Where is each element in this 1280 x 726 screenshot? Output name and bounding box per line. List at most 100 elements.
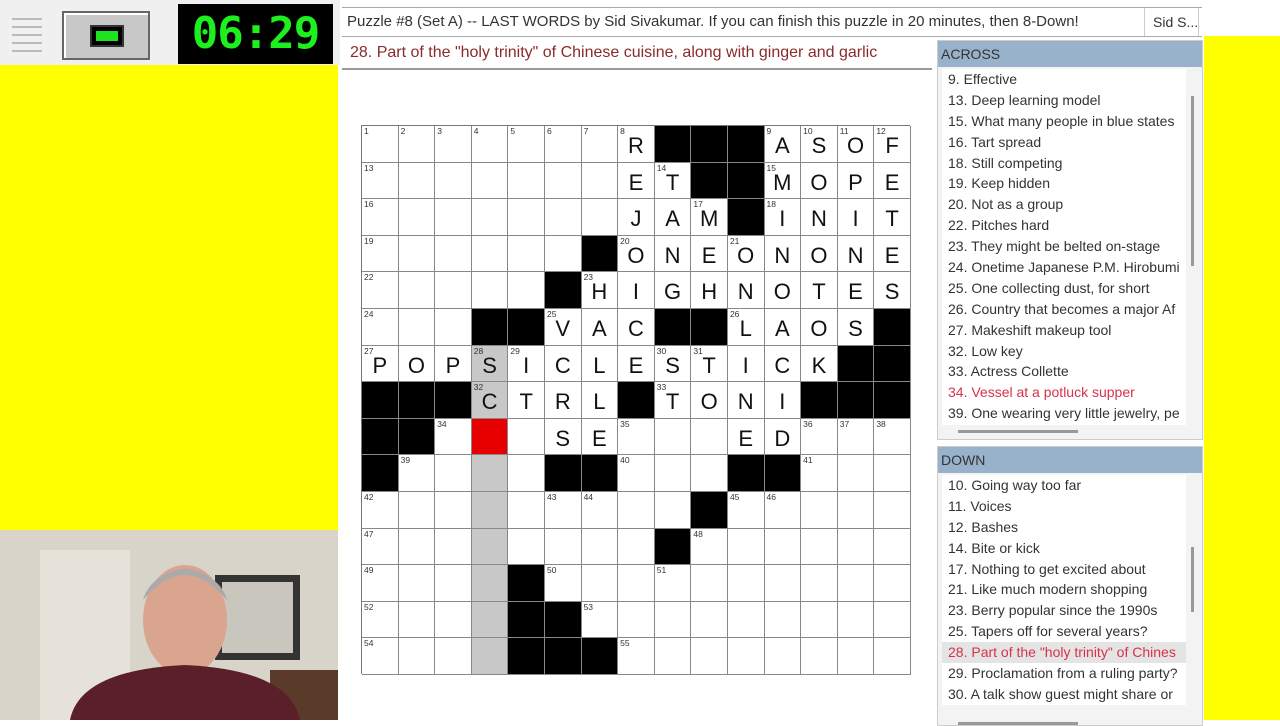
grid-cell[interactable]: T — [508, 382, 545, 419]
grid-cell[interactable] — [435, 308, 472, 346]
grid-cell[interactable] — [581, 528, 619, 566]
grid-cell[interactable] — [654, 418, 692, 456]
grid-cell[interactable]: A — [654, 199, 692, 236]
grid-cell[interactable]: S — [544, 418, 582, 456]
grid-cell[interactable] — [654, 601, 692, 639]
grid-cell[interactable] — [508, 528, 545, 566]
author-tab[interactable]: Sid S... — [1144, 8, 1199, 36]
grid-cell[interactable]: O — [801, 308, 838, 346]
across-vertical-scrollbar[interactable] — [1191, 96, 1194, 266]
grid-cell[interactable]: 16 — [362, 199, 399, 236]
across-clue[interactable]: 16. Tart spread — [942, 132, 1186, 153]
grid-cell[interactable]: N — [654, 235, 692, 273]
grid-cell[interactable]: 55 — [618, 638, 655, 675]
grid-cell[interactable]: 4 — [471, 126, 509, 163]
grid-cell[interactable]: 47 — [362, 528, 399, 566]
grid-cell[interactable] — [801, 491, 838, 529]
down-horizontal-scrollbar[interactable] — [958, 722, 1078, 725]
grid-cell[interactable] — [874, 528, 911, 566]
across-horizontal-scrollbar[interactable] — [958, 430, 1078, 433]
grid-cell[interactable] — [508, 235, 545, 273]
grid-cell[interactable] — [435, 638, 472, 675]
grid-cell[interactable]: 24 — [362, 308, 399, 346]
grid-cell[interactable] — [801, 638, 838, 675]
grid-cell[interactable] — [581, 199, 619, 236]
grid-cell[interactable]: 28 S — [471, 345, 509, 383]
grid-cell[interactable]: 35 — [618, 418, 655, 456]
grid-cell[interactable]: 42 — [362, 491, 399, 529]
grid-cell[interactable]: 18 I — [764, 199, 802, 236]
across-clue[interactable]: 25. One collecting dust, for short — [942, 278, 1186, 299]
grid-cell[interactable]: E — [691, 235, 728, 273]
grid-cell[interactable] — [618, 565, 655, 602]
grid-cell[interactable] — [508, 199, 545, 236]
across-clue[interactable]: 15. What many people in blue states — [942, 111, 1186, 132]
down-clue[interactable]: 17. Nothing to get excited about — [942, 559, 1186, 580]
grid-cell[interactable] — [508, 455, 545, 492]
across-clue[interactable]: 23. They might be belted on-stage — [942, 236, 1186, 257]
grid-cell[interactable]: E — [874, 235, 911, 273]
grid-cell[interactable]: 52 — [362, 601, 399, 639]
across-clue[interactable]: 34. Vessel at a potluck supper — [942, 382, 1186, 403]
grid-cell[interactable] — [471, 199, 509, 236]
grid-cell[interactable]: 49 — [362, 565, 399, 602]
grid-cell[interactable]: S — [874, 272, 911, 309]
grid-cell[interactable]: L — [581, 382, 619, 419]
grid-cell[interactable]: C — [544, 345, 582, 383]
grid-cell[interactable]: I — [727, 345, 765, 383]
grid-cell[interactable]: 10 S — [801, 126, 838, 163]
grid-cell[interactable]: 33 T — [654, 382, 692, 419]
grid-cell[interactable] — [398, 491, 436, 529]
grid-cell[interactable] — [398, 601, 436, 639]
grid-cell[interactable] — [874, 601, 911, 639]
grid-cell[interactable] — [837, 528, 875, 566]
grid-cell[interactable]: I — [764, 382, 802, 419]
grid-cell[interactable] — [398, 272, 436, 309]
down-clue[interactable]: 28. Part of the "holy trinity" of Chines — [942, 642, 1186, 664]
grid-cell[interactable] — [727, 528, 765, 566]
across-clue[interactable]: 9. Effective — [942, 69, 1186, 90]
grid-cell[interactable]: P — [837, 162, 875, 200]
grid-cell[interactable]: 31 T — [691, 345, 728, 383]
grid-cell[interactable]: N — [801, 199, 838, 236]
grid-cell[interactable] — [801, 528, 838, 566]
down-vertical-scrollbar[interactable] — [1191, 547, 1194, 612]
grid-cell[interactable]: 37 — [837, 418, 875, 456]
grid-cell[interactable] — [471, 491, 509, 529]
down-clue[interactable]: 11. Voices — [942, 496, 1186, 517]
grid-cell[interactable] — [471, 638, 509, 675]
grid-cell[interactable]: 41 — [801, 455, 838, 492]
grid-cell[interactable]: N — [727, 382, 765, 419]
grid-cell-cursor[interactable] — [471, 418, 509, 456]
grid-cell[interactable] — [837, 601, 875, 639]
grid-cell[interactable]: 5 — [508, 126, 545, 163]
grid-cell[interactable] — [618, 491, 655, 529]
across-clue[interactable]: 24. Onetime Japanese P.M. Hirobumi — [942, 257, 1186, 278]
grid-cell[interactable]: G — [654, 272, 692, 309]
down-clue[interactable]: 10. Going way too far — [942, 475, 1186, 496]
grid-cell[interactable] — [837, 638, 875, 675]
down-clue[interactable]: 21. Like much modern shopping — [942, 579, 1186, 600]
down-clue[interactable]: 29. Proclamation from a ruling party? — [942, 663, 1186, 684]
grid-cell[interactable] — [801, 565, 838, 602]
grid-cell[interactable]: 51 — [654, 565, 692, 602]
grid-cell[interactable]: A — [581, 308, 619, 346]
grid-cell[interactable]: 8R — [618, 126, 655, 163]
grid-cell[interactable] — [544, 235, 582, 273]
across-clue[interactable]: 22. Pitches hard — [942, 215, 1186, 236]
grid-cell[interactable] — [764, 565, 802, 602]
grid-cell[interactable]: E — [618, 345, 655, 383]
across-clue[interactable]: 26. Country that becomes a major Af — [942, 299, 1186, 320]
grid-cell[interactable]: 27 P — [362, 345, 399, 383]
grid-cell[interactable]: 50 — [544, 565, 582, 602]
grid-cell[interactable] — [435, 565, 472, 602]
grid-cell[interactable]: O — [691, 382, 728, 419]
across-clue[interactable]: 32. Low key — [942, 341, 1186, 362]
grid-cell[interactable] — [508, 162, 545, 200]
grid-cell[interactable] — [618, 528, 655, 566]
grid-cell[interactable]: R — [544, 382, 582, 419]
grid-cell[interactable]: 14 T — [654, 162, 692, 200]
grid-cell[interactable]: 53 — [581, 601, 619, 639]
grid-cell[interactable] — [874, 491, 911, 529]
grid-cell[interactable]: L — [581, 345, 619, 383]
